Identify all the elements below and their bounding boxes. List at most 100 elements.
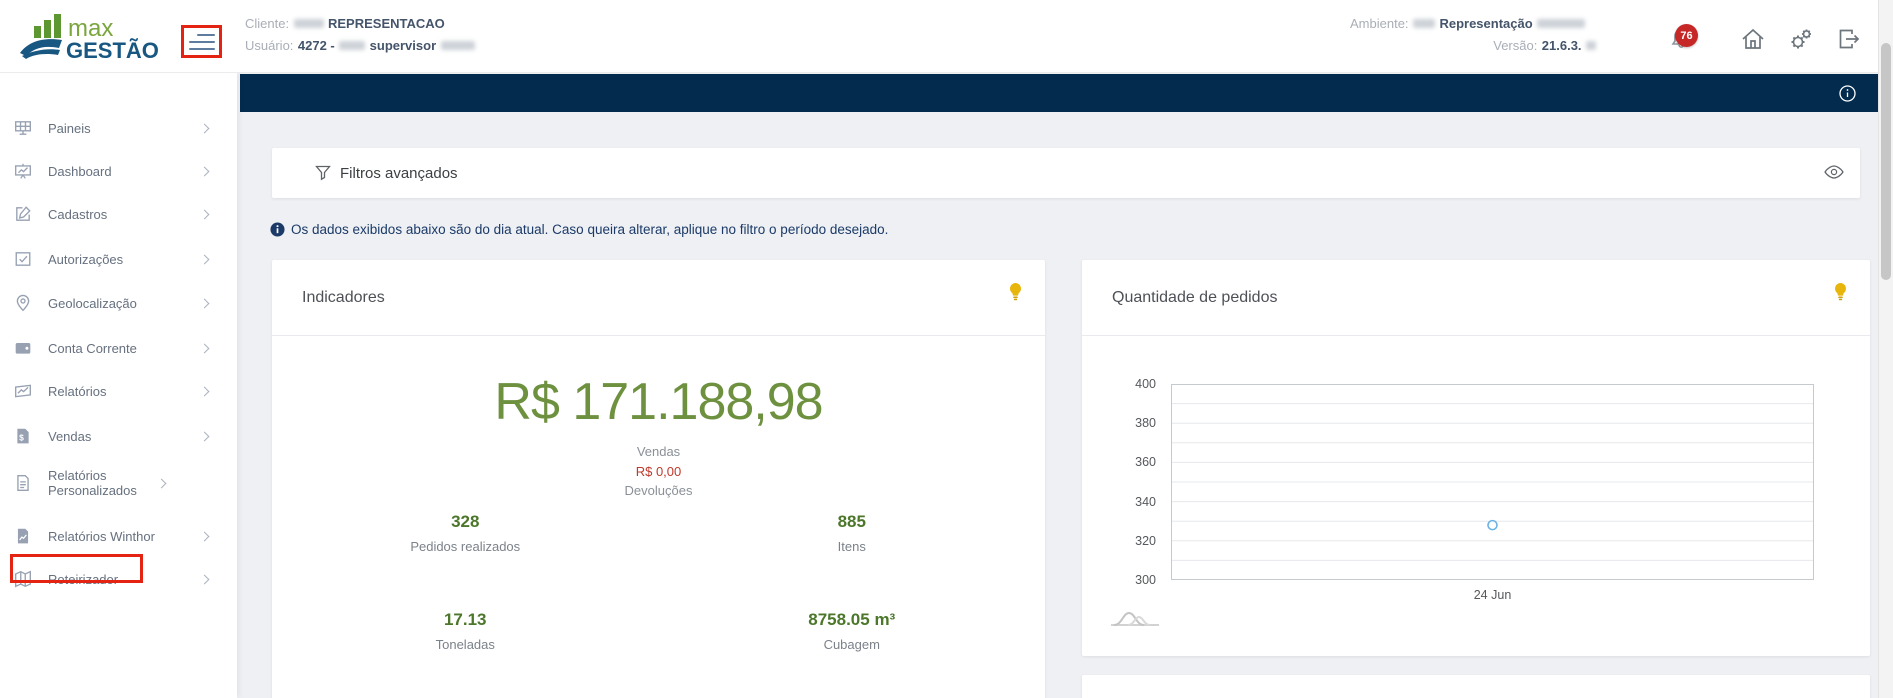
sidebar-item-label: Cadastros [48, 207, 201, 222]
redacted-text [294, 19, 324, 28]
data-point [1488, 521, 1497, 530]
metric-itens: 885 Itens [659, 512, 1046, 554]
info-icon[interactable] [1839, 85, 1856, 102]
route-map-icon [14, 570, 32, 588]
hamburger-icon [197, 34, 215, 36]
chevron-right-icon [200, 386, 210, 396]
metric-label: Pedidos realizados [272, 539, 659, 554]
settings-gears-icon[interactable] [1788, 26, 1814, 52]
filter-funnel-icon [315, 165, 331, 181]
sidebar-item-label: Conta Corrente [48, 341, 201, 356]
info-filled-icon [270, 222, 285, 237]
user-name: supervisor [370, 38, 436, 53]
info-message: Os dados exibidos abaixo são do dia atua… [270, 219, 888, 239]
sales-total-value: R$ 171.188,98 [272, 372, 1045, 432]
sidebar-item-label: Relatórios [48, 384, 201, 399]
notification-badge[interactable]: 76 [1675, 24, 1698, 47]
main-content: Filtros avançados Os dados exibidos abai… [237, 73, 1878, 698]
home-icon[interactable] [1740, 26, 1766, 52]
reports-icon [14, 382, 32, 400]
winthor-reports-icon [14, 527, 32, 545]
menu-toggle-button[interactable] [181, 25, 222, 58]
orders-quantity-card: Quantidade de pedidos 300320340360380400… [1082, 260, 1870, 656]
metric-label: Itens [659, 539, 1046, 554]
indicators-card: Indicadores R$ 171.188,98 Vendas R$ 0,00… [272, 260, 1045, 698]
lightbulb-icon[interactable] [1008, 282, 1023, 302]
redacted-text [1537, 19, 1585, 28]
session-info: Cliente: REPRESENTACAO Usuário: 4272 - s… [245, 13, 475, 57]
dashboard-icon [14, 162, 32, 180]
sidebar-item-dashboard[interactable]: Dashboard [14, 159, 222, 183]
client-value: REPRESENTACAO [328, 16, 445, 31]
advanced-filters-bar[interactable]: Filtros avançados [272, 148, 1860, 198]
orders-chart-title: Quantidade de pedidos [1112, 289, 1277, 307]
redacted-text [339, 41, 365, 50]
top-header: max GESTÃO Cliente: REPRESENTACAO Usuári… [0, 0, 1893, 73]
sidebar-item-relatorios-winthor[interactable]: Relatórios Winthor [14, 524, 222, 548]
filters-title: Filtros avançados [340, 165, 458, 182]
svg-text:$: $ [19, 433, 24, 443]
sidebar-item-label: Relatórios Winthor [48, 529, 201, 544]
y-tick-label: 340 [1135, 495, 1156, 509]
chevron-right-icon [200, 531, 210, 541]
y-tick-label: 380 [1135, 416, 1156, 430]
next-card-partial [1082, 675, 1870, 698]
app-logo: max GESTÃO [14, 6, 174, 66]
sidebar-item-label: Autorizações [48, 252, 201, 267]
chevron-right-icon [200, 431, 210, 441]
redacted-text [441, 41, 475, 50]
logout-icon[interactable] [1836, 26, 1862, 52]
ambiente-label: Ambiente: [1350, 16, 1409, 31]
sidebar-item-cadastros[interactable]: Cadastros [14, 202, 222, 226]
chevron-right-icon [200, 209, 210, 219]
custom-reports-icon [14, 474, 32, 492]
logo-bars-icon [34, 14, 61, 38]
chart-plot-area[interactable] [1171, 384, 1814, 580]
indicators-title: Indicadores [302, 289, 385, 307]
versao-value: 21.6.3. [1542, 38, 1582, 53]
metric-label: Toneladas [272, 637, 659, 652]
environment-info: Ambiente: Representação Versão: 21.6.3. [1350, 13, 1618, 57]
sidebar-item-label: Roteirizador [48, 572, 201, 587]
sidebar-item-label: Geolocalização [48, 296, 201, 311]
metric-value: 885 [659, 512, 1046, 532]
geolocation-icon [14, 294, 32, 312]
sales-icon: $ [14, 427, 32, 445]
eye-icon[interactable] [1824, 165, 1844, 181]
chevron-right-icon [200, 574, 210, 584]
sidebar-item-label: Relatórios Personalizados [48, 468, 158, 498]
sidebar-item-relatorios[interactable]: Relatórios [14, 379, 222, 403]
sidebar-item-autorizacoes[interactable]: Autorizações [14, 247, 222, 271]
sidebar-item-geolocalizacao[interactable]: Geolocalização [14, 291, 222, 315]
chevron-right-icon [200, 343, 210, 353]
metric-pedidos: 328 Pedidos realizados [272, 512, 659, 554]
sales-label: Vendas [272, 444, 1045, 459]
sidebar-item-roteirizador[interactable]: Roteirizador [14, 567, 222, 591]
lightbulb-icon[interactable] [1833, 282, 1848, 302]
register-icon [14, 205, 32, 223]
chart-y-axis-labels: 300320340360380400 [1102, 384, 1164, 580]
sidebar-item-conta-corrente[interactable]: Conta Corrente [14, 336, 222, 360]
y-tick-label: 300 [1135, 573, 1156, 587]
card-header: Indicadores [272, 260, 1045, 336]
page-scrollbar[interactable] [1878, 0, 1893, 698]
sidebar-item-vendas[interactable]: $ Vendas [14, 424, 222, 448]
redacted-text [1586, 41, 1596, 50]
metric-value: 17.13 [272, 610, 659, 630]
metric-value: 8758.05 m³ [659, 610, 1046, 630]
metric-value: 328 [272, 512, 659, 532]
chart-x-axis-label: 24 Jun [1171, 588, 1814, 602]
y-tick-label: 360 [1135, 455, 1156, 469]
logo-hand-icon [20, 39, 62, 59]
metric-toneladas: 17.13 Toneladas [272, 610, 659, 652]
sidebar-item-paineis[interactable]: Paineis [14, 116, 222, 140]
sidebar-item-relatorios-personalizados[interactable]: Relatórios Personalizados [14, 458, 222, 508]
versao-label: Versão: [1493, 38, 1537, 53]
redacted-text [1413, 19, 1435, 28]
client-label: Cliente: [245, 16, 289, 31]
authorizations-icon [14, 250, 32, 268]
scrollbar-thumb[interactable] [1881, 43, 1891, 280]
chevron-right-icon [200, 166, 210, 176]
sidebar-item-label: Paineis [48, 121, 201, 136]
area-chart-toggle-icon[interactable] [1110, 608, 1160, 628]
